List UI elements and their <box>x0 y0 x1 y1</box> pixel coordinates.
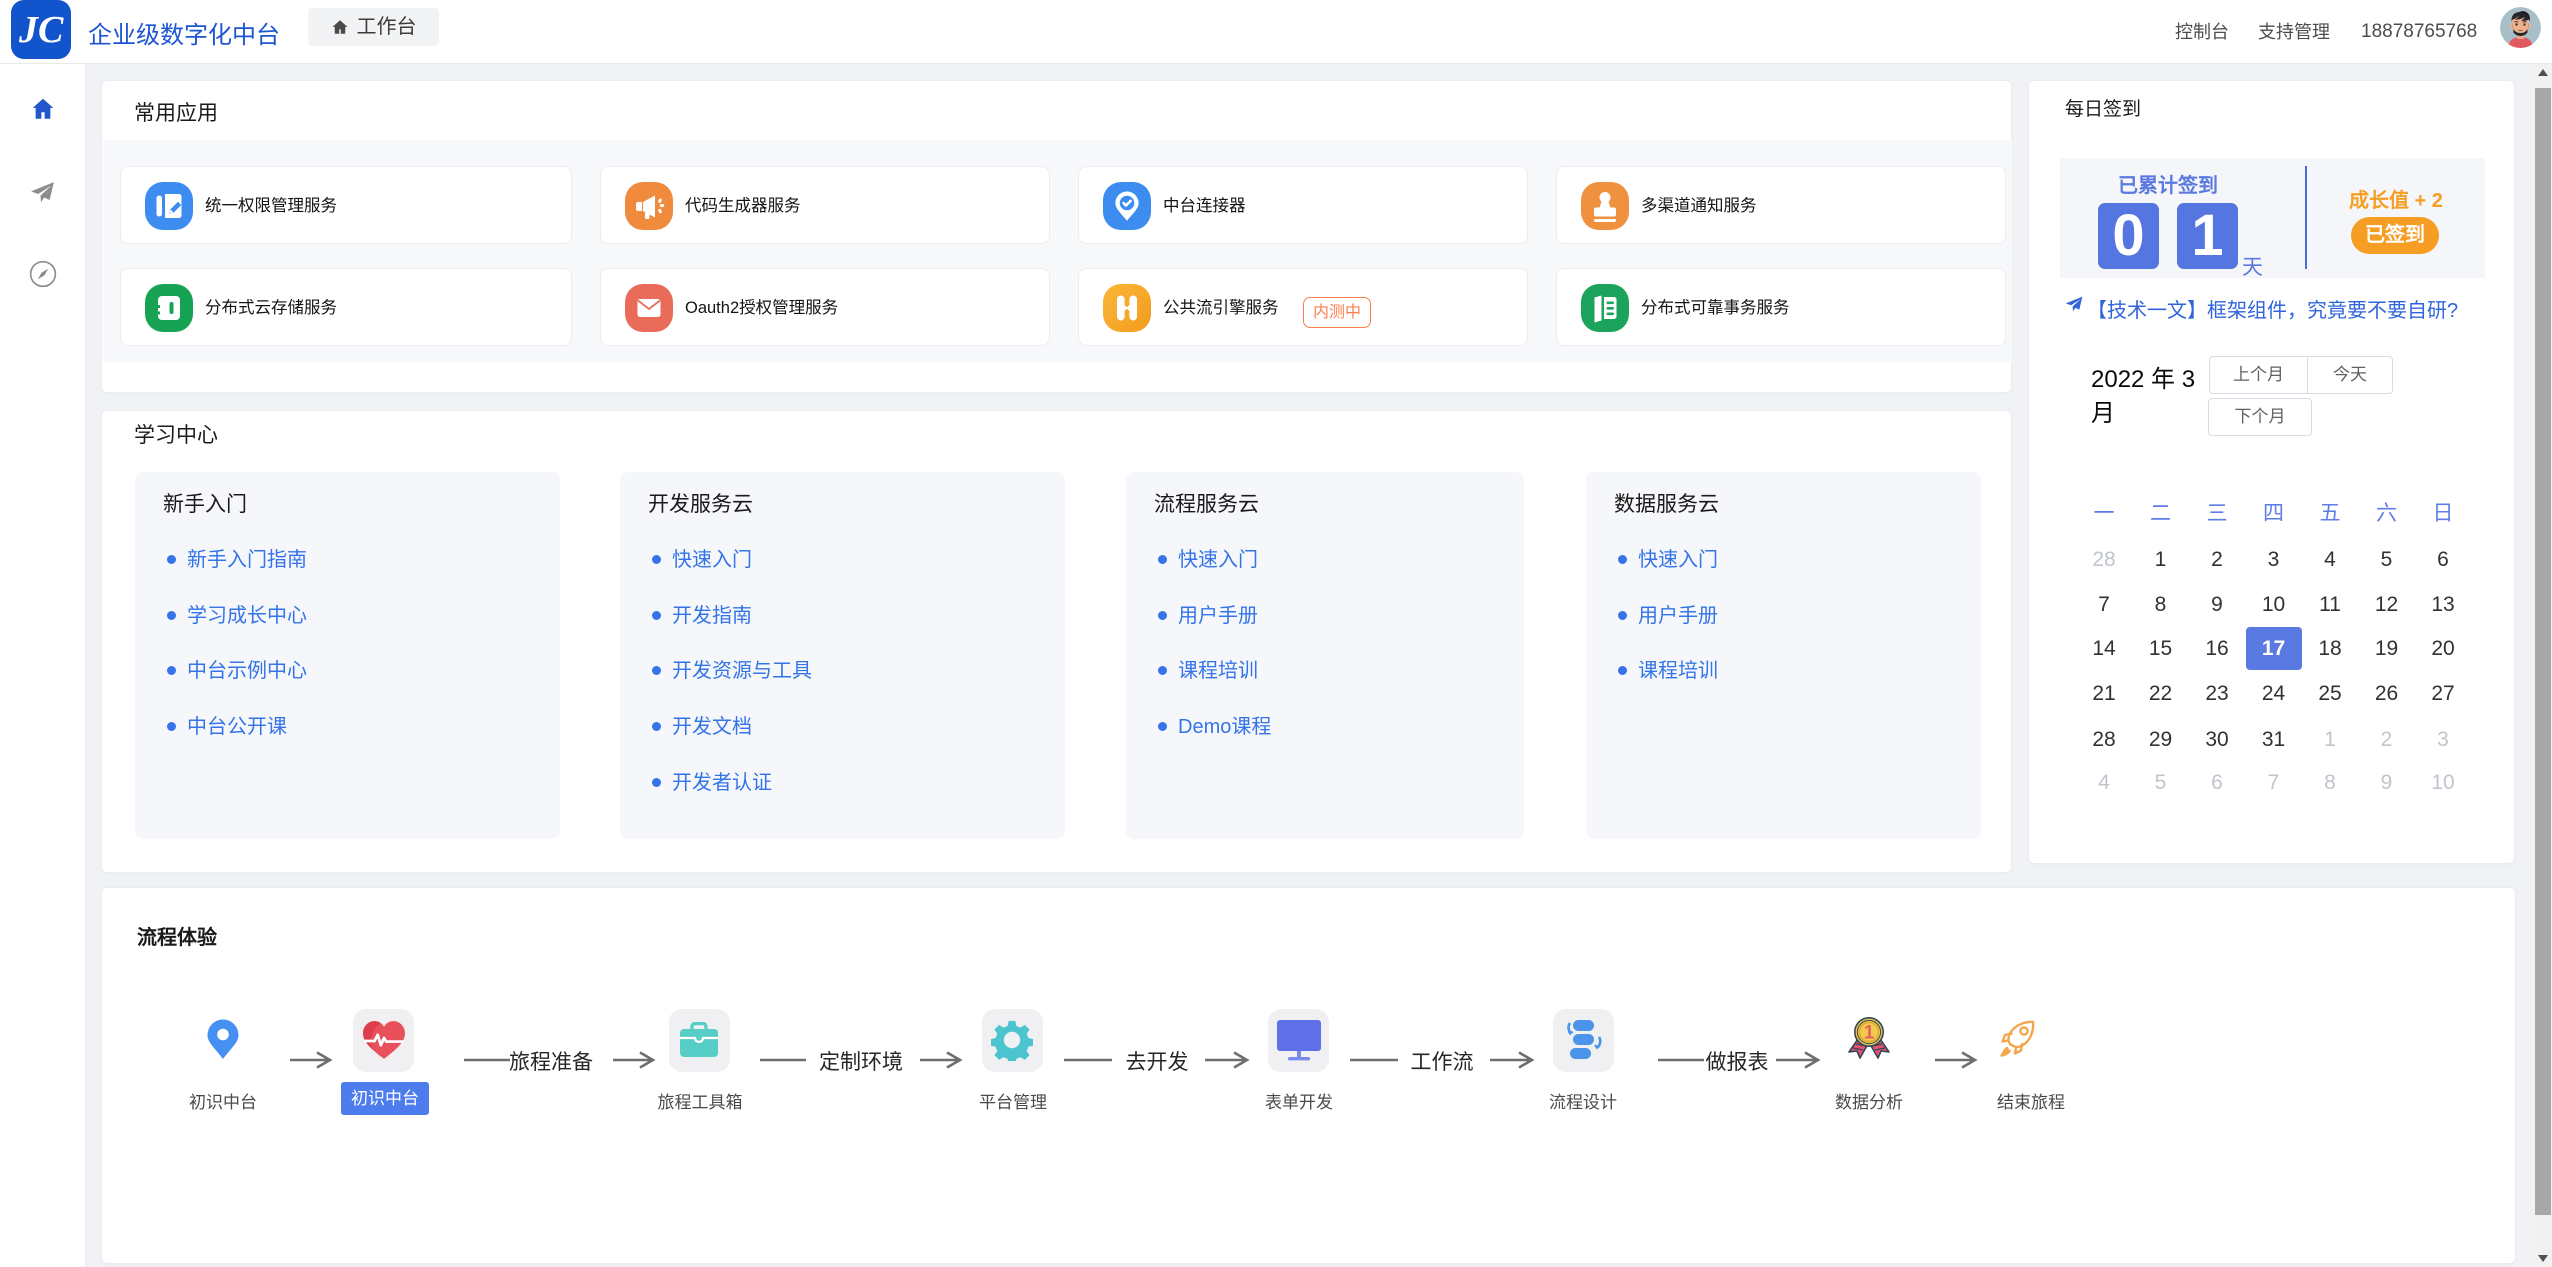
svg-text:JC: JC <box>18 9 64 51</box>
svg-text:1: 1 <box>1864 1023 1875 1044</box>
